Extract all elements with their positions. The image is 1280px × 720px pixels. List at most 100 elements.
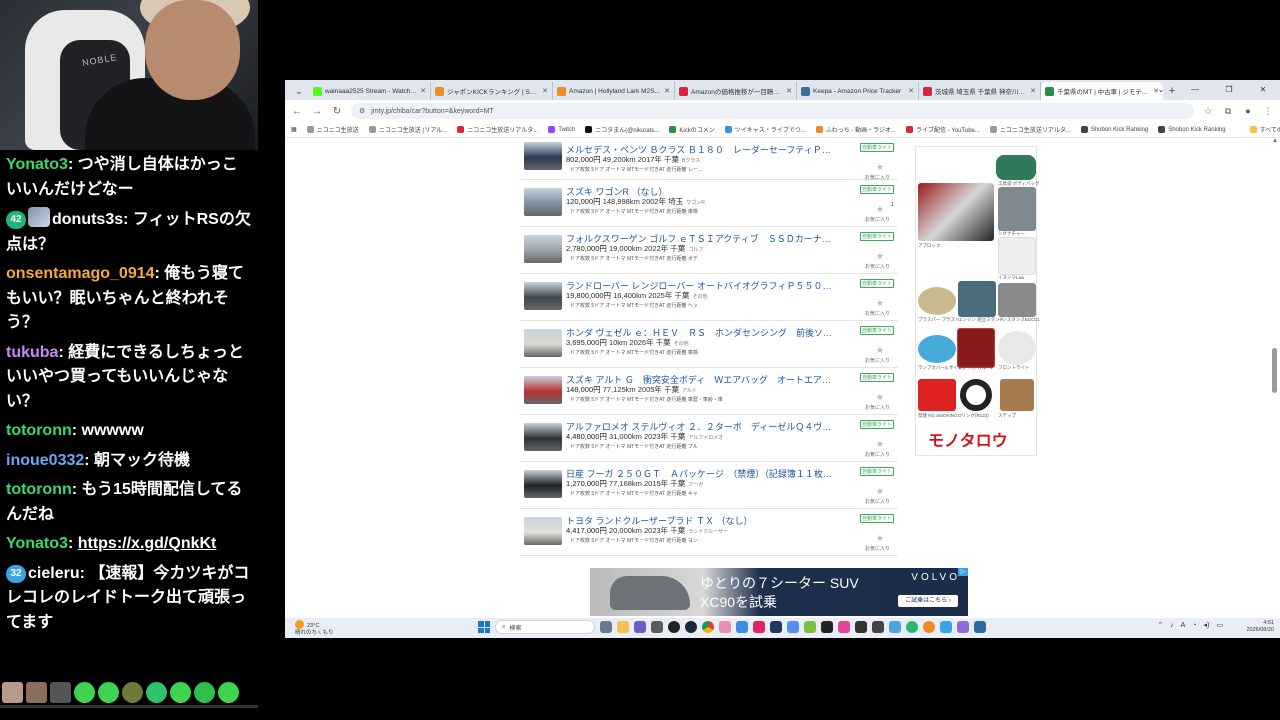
emote-green[interactable] <box>98 681 119 703</box>
ad-product-label[interactable]: レプリカ 大和 F1 <box>958 365 993 371</box>
listing-row[interactable]: アルファロメオ ステルヴィオ ２．２ターボ ディーゼルＱ４ヴェロ... 4,48… <box>520 415 898 462</box>
bookmark-item[interactable]: ニコニコ生放送 <box>306 125 359 134</box>
ad-product-label[interactable]: インスタンスEDC01 <box>998 317 1039 323</box>
taskbar-app-icon[interactable] <box>957 621 969 633</box>
emote-green[interactable] <box>74 681 95 703</box>
maximize-button[interactable]: ❐ <box>1212 80 1246 100</box>
listing-row[interactable]: ランドローバー レンジローバー オートバイオグラフィＰ５５０ｅス... 19,8… <box>520 274 898 321</box>
steam-icon[interactable] <box>685 621 697 633</box>
car-thumbnail[interactable] <box>524 423 562 451</box>
chat-username[interactable]: totoronn <box>6 481 72 498</box>
monotaro-logo[interactable]: モノタロウ <box>928 427 1008 451</box>
bookmark-star-icon[interactable]: ☆ <box>1202 105 1214 117</box>
bookmark-item[interactable]: ニコニコ生放送 (リアル... <box>368 125 447 134</box>
ad-light-image[interactable] <box>998 331 1036 365</box>
browser-tab[interactable]: wainaaa2525 Stream - Watch L... ✕ <box>309 82 431 100</box>
taskbar-app-icon[interactable] <box>804 621 816 633</box>
bookmark-item[interactable]: ニコタまん(@nikorats... <box>585 125 659 134</box>
taskbar-app-icon[interactable] <box>855 621 867 633</box>
listing-row[interactable]: トヨタ ランドクルーザープラド ＴＸ （なし） 4,417,000円 20,00… <box>520 509 898 556</box>
listing-tag[interactable]: 自動車ライト <box>860 373 894 382</box>
favorite-star-icon[interactable]: ★ <box>876 439 884 450</box>
ad-tool-image[interactable] <box>998 187 1036 231</box>
taskbar-app-icon[interactable] <box>719 621 731 633</box>
apps-icon[interactable]: ▦ <box>291 126 297 133</box>
car-thumbnail[interactable] <box>524 470 562 498</box>
car-thumbnail[interactable] <box>524 235 562 263</box>
taskbar-app-icon[interactable] <box>753 621 765 633</box>
ad-product-label[interactable]: アプロック <box>918 243 941 249</box>
listing-tag[interactable]: 自動車ライト <box>860 420 894 429</box>
bookmark-item[interactable]: Kickのコメン <box>669 125 715 134</box>
ad-no-smoking-sign[interactable] <box>918 379 956 411</box>
taskbar-app-icon[interactable] <box>889 621 901 633</box>
ad-product-label[interactable]: 禁煙 NO SMOKING <box>918 413 958 419</box>
scrollbar-thumb[interactable] <box>1272 348 1277 393</box>
browser-tab[interactable]: Amazon | Hollyland Lark M2S... ✕ <box>553 82 675 100</box>
ime-indicator[interactable]: A <box>1181 622 1186 629</box>
tab-close-icon[interactable]: ✕ <box>420 87 426 95</box>
bookmark-item[interactable]: ニコニコ生放送リアルタ... <box>989 125 1071 134</box>
emote-avatar[interactable] <box>50 681 71 703</box>
bookmark-item[interactable]: Shobon Kick Ranking <box>1080 126 1148 133</box>
taskbar-app-icon[interactable] <box>634 621 646 633</box>
menu-icon[interactable]: ⋮ <box>1262 105 1274 117</box>
profile-icon[interactable]: ● <box>1242 105 1254 117</box>
chat-username[interactable]: tukuba <box>6 344 58 361</box>
car-thumbnail[interactable] <box>524 329 562 357</box>
taskbar-app-icon[interactable] <box>770 621 782 633</box>
chat-username[interactable]: Yonato3 <box>6 535 68 552</box>
taskbar-app-icon[interactable] <box>736 621 748 633</box>
browser-tab[interactable]: 茨城県 埼玉県 千葉県 神奈川県... ✕ <box>919 82 1041 100</box>
favorite-star-icon[interactable]: ★ <box>876 298 884 309</box>
collapse-icon[interactable]: ⌄ <box>1144 80 1178 100</box>
taskbar-app-icon[interactable] <box>838 621 850 633</box>
emote-frog[interactable] <box>122 681 143 703</box>
emote-avatar[interactable] <box>2 681 23 703</box>
listing-row[interactable]: フォルクスワーゲン ゴルフ ｅＴＳＩアクティブ ＳＳＤカーナビ ... 2,78… <box>520 227 898 274</box>
chat-username[interactable]: cieleru <box>28 565 80 582</box>
mic-icon[interactable]: ♪ <box>1170 622 1174 629</box>
chat-username[interactable]: Yonato3 <box>6 156 68 173</box>
favorite-star-icon[interactable]: ★ <box>876 251 884 262</box>
chrome-icon[interactable] <box>702 621 714 633</box>
tab-close-icon[interactable]: ✕ <box>664 87 670 95</box>
listing-tag[interactable]: 自動車ライト <box>860 185 894 194</box>
listing-tag[interactable]: 自動車ライト <box>860 279 894 288</box>
taskbar-app-icon[interactable] <box>872 621 884 633</box>
listing-tag[interactable]: 自動車ライト <box>860 326 894 335</box>
volvo-banner-ad[interactable]: ゆとりの７シーター SUV XC90を試乗 VOLVO ご試乗はこちら › ▷ <box>590 568 968 616</box>
network-icon[interactable]: ◔ <box>1192 622 1196 629</box>
taskbar-app-icon[interactable] <box>821 621 833 633</box>
favorite-star-icon[interactable]: ★ <box>876 345 884 356</box>
scroll-up-icon[interactable]: ▲ <box>1272 138 1278 144</box>
car-thumbnail[interactable] <box>524 376 562 404</box>
taskbar-app-icon[interactable] <box>940 621 952 633</box>
favorite-star-icon[interactable]: ★ <box>876 162 884 173</box>
taskbar-app-icon[interactable] <box>651 621 663 633</box>
clock[interactable]: 4:51 2026/08/20 <box>1246 620 1274 634</box>
weather-widget[interactable]: 23°C 晴れのちくもり <box>295 620 334 637</box>
chat-link[interactable]: https://x.gd/QnkKt <box>78 535 217 552</box>
car-thumbnail[interactable] <box>524 517 562 545</box>
listing-tag[interactable]: 自動車ライト <box>860 143 894 152</box>
ad-product-label[interactable]: ブラスパー ブラスト <box>918 317 960 323</box>
ad-product-label[interactable]: 工具袋 ボディバッグ <box>998 181 1039 187</box>
listing-tag[interactable]: 自動車ライト <box>860 514 894 523</box>
listing-tag[interactable]: 自動車ライト <box>860 232 894 241</box>
browser-tab[interactable]: Amazonの価格推移が一目瞭然... ✕ <box>675 82 797 100</box>
volume-icon[interactable]: ◂) <box>1204 621 1210 629</box>
emote-avatar[interactable] <box>26 681 47 703</box>
extensions-icon[interactable]: ⧉ <box>1222 105 1234 117</box>
ad-bike-image[interactable] <box>957 328 995 368</box>
chat-username[interactable]: donuts3s <box>52 211 123 228</box>
listing-tag[interactable]: 自動車ライト <box>860 467 894 476</box>
listing-row[interactable]: スズキ ワゴンR （なし） 120,000円 148,998km 2002年 埼… <box>520 180 898 227</box>
ad-plate-image[interactable] <box>918 287 956 315</box>
close-button[interactable]: ✕ <box>1246 80 1280 100</box>
ad-person-image[interactable] <box>998 237 1036 275</box>
ad-step-image[interactable] <box>1000 379 1034 411</box>
ad-product-label[interactable]: ランプカバー(Lサイズ) <box>918 365 964 371</box>
ad-bag-image[interactable] <box>996 155 1036 180</box>
bookmark-item[interactable]: Shobon Kick Ranking <box>1158 126 1226 133</box>
